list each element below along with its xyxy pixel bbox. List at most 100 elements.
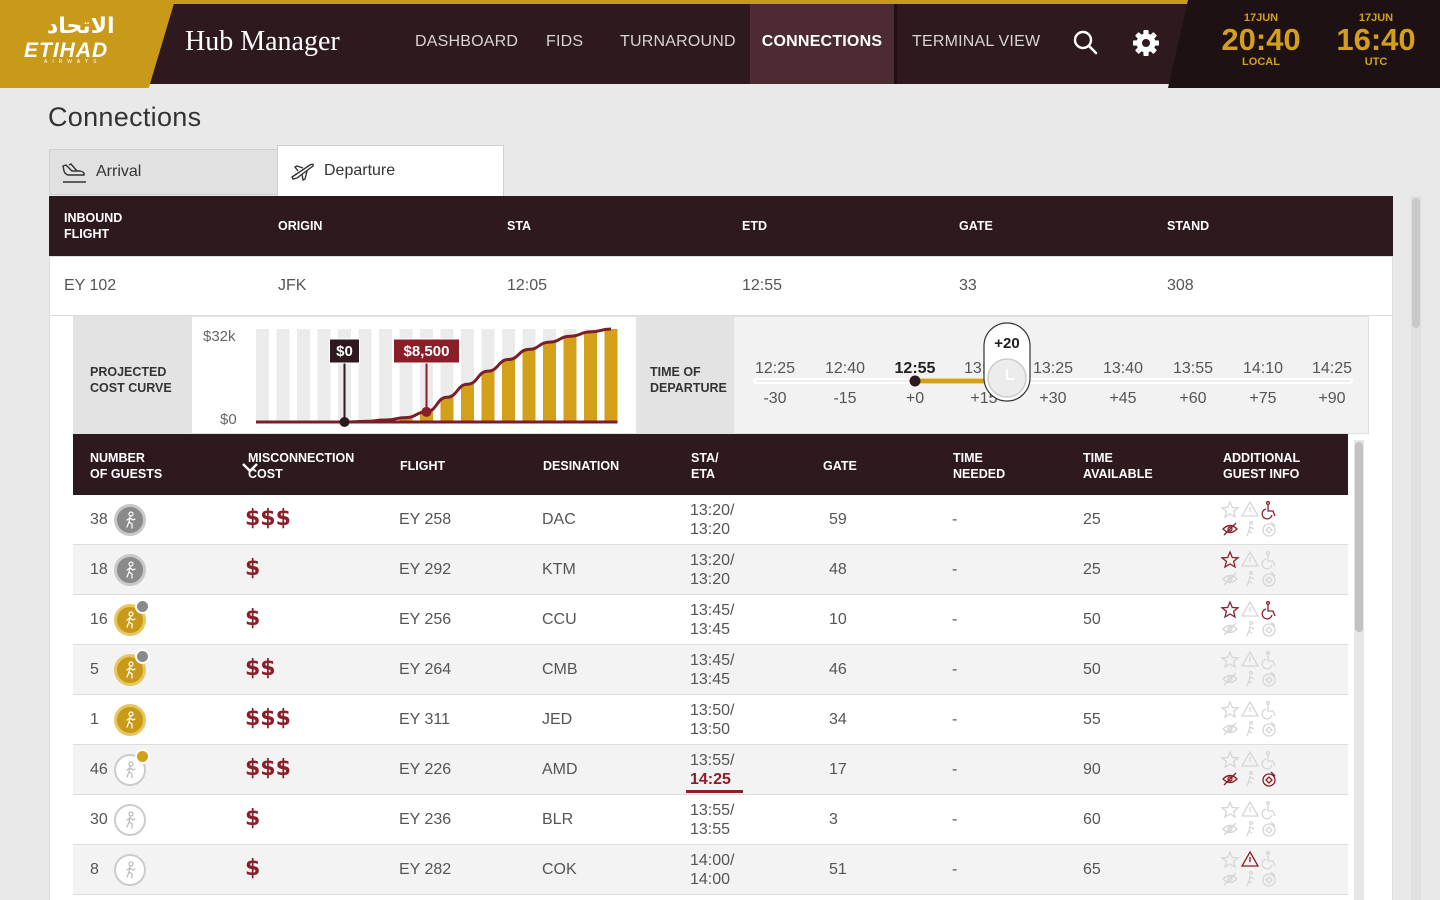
sta-eta: 14:00/14:00 bbox=[690, 851, 734, 889]
connecting-flight: EY 226 bbox=[399, 761, 452, 778]
col-flight[interactable]: FLIGHT bbox=[400, 458, 445, 474]
guest-status-icon[interactable] bbox=[114, 704, 146, 736]
page-scrollbar-thumb[interactable] bbox=[1412, 198, 1420, 328]
gate: 3 bbox=[829, 811, 838, 828]
nav-dashboard[interactable]: DASHBOARD bbox=[415, 4, 518, 84]
wheelchair-icon bbox=[1261, 800, 1276, 820]
table-scrollbar-thumb[interactable] bbox=[1355, 442, 1363, 632]
logo-arabic: الاتحاد bbox=[47, 14, 115, 39]
transfer-cash-icon bbox=[1262, 871, 1276, 887]
time-needed: - bbox=[952, 611, 958, 628]
col-destination[interactable]: DESINATION bbox=[543, 458, 619, 474]
table-row[interactable]: 5 $$ EY 264 CMB 13:45/13:45 46 - 50 bbox=[73, 645, 1348, 695]
table-row[interactable]: 30 $ EY 236 BLR 13:55/13:55 3 - 60 bbox=[73, 795, 1348, 845]
eta-value: 13:20 bbox=[690, 521, 731, 538]
assisted-walk-icon bbox=[1246, 670, 1255, 687]
additional-guest-info[interactable] bbox=[1220, 600, 1280, 640]
hidden-eye-icon bbox=[1222, 872, 1238, 886]
col-guests[interactable]: NUMBER OF GUESTS bbox=[90, 450, 162, 482]
col-conn-gate[interactable]: GATE bbox=[823, 458, 857, 474]
sta-eta: 13:20/13:20 bbox=[690, 501, 734, 539]
additional-guest-info[interactable] bbox=[1220, 850, 1280, 890]
nav-divider bbox=[894, 4, 897, 84]
projected-label-line1: PROJECTED bbox=[90, 365, 167, 379]
col-etd: ETD bbox=[742, 219, 767, 233]
vip-star-icon bbox=[1220, 600, 1240, 619]
time-needed: - bbox=[952, 561, 958, 578]
table-row[interactable]: 16 $ EY 256 CCU 13:45/13:45 10 - 50 bbox=[73, 595, 1348, 645]
hidden-eye-icon bbox=[1222, 522, 1238, 536]
col-time-available[interactable]: TIME AVAILABLE bbox=[1083, 450, 1153, 482]
hidden-eye-icon bbox=[1222, 722, 1238, 736]
connecting-flight: EY 264 bbox=[399, 661, 452, 678]
guest-count: 38 bbox=[90, 511, 108, 528]
sta-eta: 13:20/13:20 bbox=[690, 551, 734, 589]
guest-status-icon[interactable] bbox=[114, 504, 146, 536]
table-row[interactable]: 1 $$$ EY 311 JED 13:50/13:50 34 - 55 bbox=[73, 695, 1348, 745]
transfer-cash-icon bbox=[1262, 571, 1276, 587]
additional-guest-info[interactable] bbox=[1220, 800, 1280, 840]
sta-value: 13:45/ bbox=[690, 602, 735, 619]
col-misconnection-cost[interactable]: MISCONNECTION COST bbox=[248, 450, 354, 482]
table-row[interactable]: 8 $ EY 282 COK 14:00/14:00 51 - 65 bbox=[73, 845, 1348, 895]
eta-value: 13:20 bbox=[690, 571, 731, 588]
tab-departure[interactable]: Departure bbox=[277, 145, 504, 196]
guest-count: 16 bbox=[90, 611, 108, 628]
inbound-flight-row[interactable]: EY 102 JFK 12:05 12:55 33 308 bbox=[49, 256, 1393, 316]
guest-badge-dot bbox=[135, 599, 150, 614]
guest-status-icon[interactable] bbox=[114, 854, 146, 886]
etihad-logo[interactable]: الاتحاد ETIHAD AIRWAYS bbox=[0, 0, 175, 88]
col-sta-eta[interactable]: STA/ETA bbox=[691, 450, 719, 482]
app-title: Hub Manager bbox=[185, 26, 340, 57]
page-scrollbar[interactable] bbox=[1411, 196, 1421, 900]
guest-count: 8 bbox=[90, 861, 99, 878]
time-of-departure-label: TIME OF DEPARTURE bbox=[637, 316, 733, 434]
inbound-sta: 12:05 bbox=[507, 277, 548, 294]
additional-guest-info[interactable] bbox=[1220, 700, 1280, 740]
sta-eta: 13:45/13:45 bbox=[690, 601, 734, 639]
additional-guest-info[interactable] bbox=[1220, 500, 1280, 540]
departure-time-slider[interactable]: 12:25-3012:40-1512:55+013:10+1513:25+301… bbox=[733, 316, 1369, 434]
nav-connections[interactable]: CONNECTIONS bbox=[750, 4, 894, 84]
col-time-needed[interactable]: TIME NEEDED bbox=[953, 450, 1005, 482]
guest-badge-dot bbox=[135, 649, 150, 664]
time-available: 25 bbox=[1083, 561, 1101, 578]
tab-arrival[interactable]: Arrival bbox=[49, 149, 278, 195]
eta-value: 13:50 bbox=[690, 721, 731, 738]
assisted-walk-icon bbox=[1246, 770, 1255, 787]
destination: CCU bbox=[542, 611, 577, 628]
transfer-cash-icon bbox=[1262, 771, 1276, 787]
destination: DAC bbox=[542, 511, 576, 528]
nav-turnaround[interactable]: TURNAROUND bbox=[620, 4, 736, 84]
table-row[interactable]: 46 $$$ EY 226 AMD 13:55/14:25 17 - 90 bbox=[73, 745, 1348, 795]
additional-guest-info[interactable] bbox=[1220, 650, 1280, 690]
table-scrollbar[interactable] bbox=[1354, 440, 1364, 900]
gear-icon[interactable] bbox=[1131, 28, 1161, 58]
col-guests-line1: NUMBER bbox=[90, 451, 145, 465]
col-guests-line2: OF GUESTS bbox=[90, 467, 163, 481]
hidden-eye-icon bbox=[1222, 572, 1238, 586]
table-row[interactable]: 38 $$$ EY 258 DAC 13:20/13:20 59 - 25 bbox=[73, 495, 1348, 545]
guest-status-icon[interactable] bbox=[114, 554, 146, 586]
bar-background bbox=[256, 329, 269, 422]
additional-guest-info[interactable] bbox=[1220, 550, 1280, 590]
eta-value: 13:55 bbox=[690, 821, 731, 838]
top-bar: الاتحاد ETIHAD AIRWAYS Hub Manager DASHB… bbox=[0, 0, 1440, 88]
hidden-eye-icon bbox=[1222, 672, 1238, 686]
table-row[interactable]: 18 $ EY 292 KTM 13:20/13:20 48 - 25 bbox=[73, 545, 1348, 595]
eta-value: 14:25 bbox=[690, 771, 731, 788]
gate: 10 bbox=[829, 611, 847, 628]
destination: COK bbox=[542, 861, 577, 878]
additional-guest-info[interactable] bbox=[1220, 750, 1280, 790]
nav-terminal-view[interactable]: TERMINAL VIEW bbox=[912, 4, 1040, 84]
assisted-walk-icon bbox=[1246, 820, 1255, 837]
search-icon[interactable] bbox=[1071, 28, 1101, 58]
gate: 59 bbox=[829, 511, 847, 528]
col-inbound-flight: INBOUND FLIGHT bbox=[64, 210, 122, 242]
nav-fids[interactable]: FIDS bbox=[546, 4, 583, 84]
misconnection-cost: $$ bbox=[245, 656, 276, 681]
hidden-eye-icon bbox=[1222, 822, 1238, 836]
gate: 46 bbox=[829, 661, 847, 678]
guest-status-icon[interactable] bbox=[114, 804, 146, 836]
local-time: 20:40 bbox=[1221, 22, 1301, 57]
